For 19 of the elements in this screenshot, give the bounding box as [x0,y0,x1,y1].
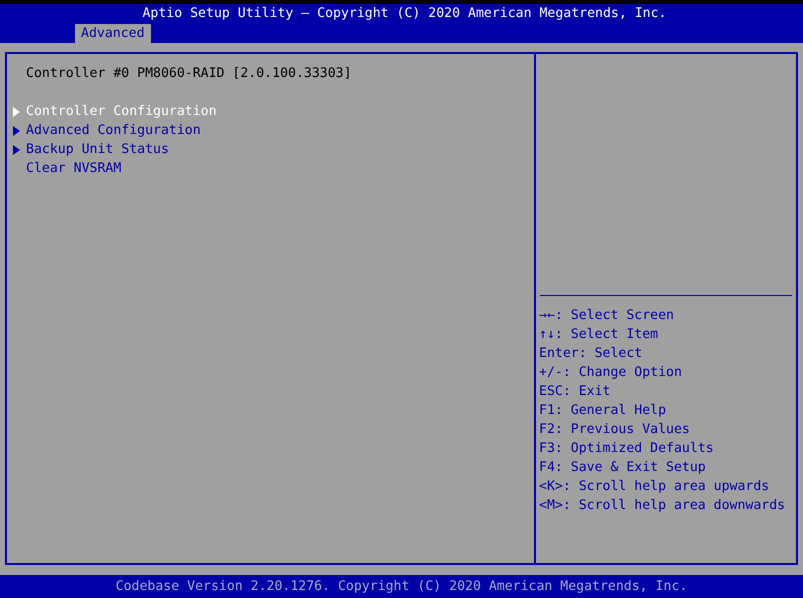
help-line: +/-: Change Option [539,364,683,382]
help-line: F1: General Help [539,402,668,420]
help-line: →←: Select Screen [539,307,675,325]
help-line: F3: Optimized Defaults [539,440,715,458]
window-title: Aptio Setup Utility – Copyright (C) 2020 American Megatrends, Inc. [141,5,668,23]
controller-heading: Controller #0 PM8060-RAID [2.0.100.33303] [25,65,353,83]
help-line: F4: Save & Exit Setup [539,459,707,477]
menu-item[interactable]: Backup Unit Status [26,140,169,159]
help-line: Enter: Select [539,345,644,363]
help-line: F2: Previous Values [539,421,691,439]
menu-item[interactable]: Clear NVSRAM [26,159,122,178]
menu-item[interactable]: Advanced Configuration [26,121,201,140]
help-line: <M>: Scroll help area downwards [539,497,786,515]
help-line: <K>: Scroll help area upwards [539,478,770,496]
help-line: ↑↓: Select Item [539,326,660,344]
menu-item[interactable]: Controller Configuration [26,102,217,121]
footer-text: Codebase Version 2.20.1276. Copyright (C) 2020 American Megatrends, Inc. [0,575,803,598]
help-line: ESC: Exit [539,383,612,401]
tab[interactable]: Advanced [75,24,151,43]
